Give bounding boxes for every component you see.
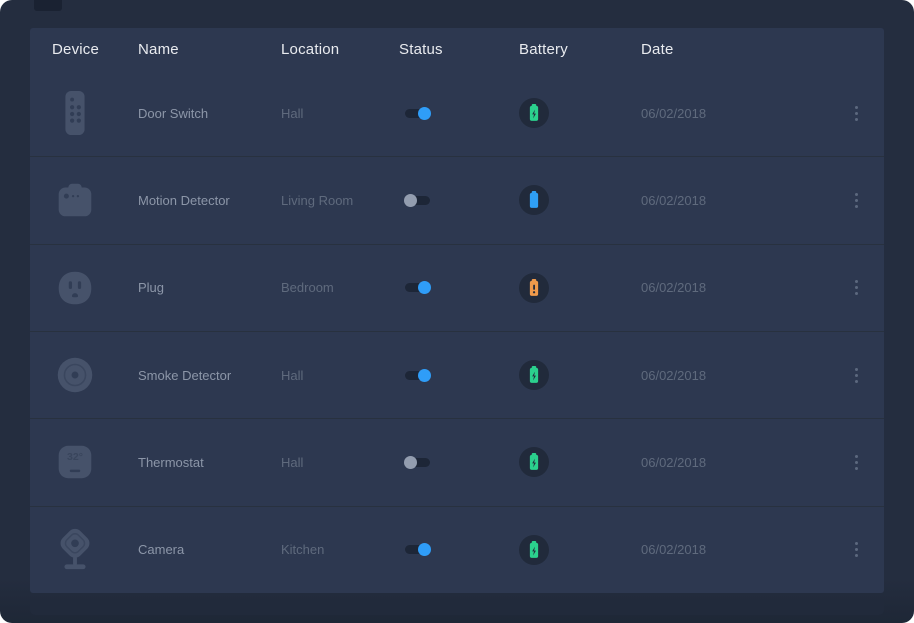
device-date: 06/02/2018 (641, 542, 826, 557)
device-icon-cell (52, 87, 138, 139)
battery-cell (519, 535, 641, 565)
status-toggle[interactable] (405, 283, 430, 292)
motion-detector-icon (52, 177, 98, 223)
battery-cell (519, 273, 641, 303)
table-row: Smoke Detector Hall 06/02/2018 (30, 331, 884, 418)
battery-icon (525, 364, 543, 386)
device-location: Kitchen (281, 542, 399, 557)
battery-badge (519, 360, 549, 390)
status-cell (399, 283, 519, 292)
battery-badge (519, 185, 549, 215)
table-row: Motion Detector Living Room 06/02/2018 (30, 156, 884, 243)
device-date: 06/02/2018 (641, 193, 826, 208)
battery-cell (519, 98, 641, 128)
device-table-card: Device Name Location Status Battery Date (30, 28, 884, 593)
column-header-status: Status (399, 41, 519, 58)
table-row: Camera Kitchen 06/02/2018 (30, 506, 884, 593)
battery-badge (519, 98, 549, 128)
camera-icon (52, 524, 98, 576)
window-notch (34, 0, 62, 11)
row-menu-button[interactable] (851, 102, 862, 125)
toggle-knob (418, 107, 431, 120)
device-name: Thermostat (138, 455, 281, 470)
status-cell (399, 371, 519, 380)
device-name: Smoke Detector (138, 368, 281, 383)
battery-icon (525, 451, 543, 473)
door-switch-icon (52, 87, 98, 139)
device-name: Motion Detector (138, 193, 281, 208)
device-location: Hall (281, 106, 399, 121)
row-menu-button[interactable] (851, 189, 862, 212)
app-window: Device Name Location Status Battery Date (0, 0, 914, 623)
row-menu-button[interactable] (851, 538, 862, 561)
column-header-battery: Battery (519, 41, 641, 58)
svg-text:32°: 32° (67, 452, 83, 464)
table-header-row: Device Name Location Status Battery Date (30, 28, 884, 70)
battery-icon (525, 102, 543, 124)
status-cell (399, 458, 519, 467)
battery-icon (525, 189, 543, 211)
battery-icon (525, 277, 543, 299)
card-stack-shadow (30, 599, 884, 615)
toggle-knob (404, 194, 417, 207)
column-header-date: Date (641, 41, 826, 58)
device-icon-cell (52, 265, 138, 311)
device-icon-cell (52, 177, 138, 223)
device-location: Hall (281, 368, 399, 383)
battery-icon (525, 539, 543, 561)
thermostat-icon: 32° (52, 439, 98, 485)
status-cell (399, 196, 519, 205)
device-location: Living Room (281, 193, 399, 208)
device-name: Door Switch (138, 106, 281, 121)
device-date: 06/02/2018 (641, 455, 826, 470)
status-toggle[interactable] (405, 196, 430, 205)
toggle-knob (418, 369, 431, 382)
status-toggle[interactable] (405, 109, 430, 118)
status-cell (399, 545, 519, 554)
device-icon-cell (52, 524, 138, 576)
table-body: Door Switch Hall 06/02/2018 (30, 70, 884, 593)
battery-cell (519, 447, 641, 477)
battery-cell (519, 360, 641, 390)
device-date: 06/02/2018 (641, 106, 826, 121)
table-row: Door Switch Hall 06/02/2018 (30, 70, 884, 156)
status-toggle[interactable] (405, 545, 430, 554)
column-header-device: Device (52, 41, 138, 58)
row-menu-button[interactable] (851, 451, 862, 474)
row-menu-button[interactable] (851, 276, 862, 299)
toggle-knob (418, 543, 431, 556)
device-name: Camera (138, 542, 281, 557)
status-toggle[interactable] (405, 458, 430, 467)
device-date: 06/02/2018 (641, 280, 826, 295)
battery-badge (519, 535, 549, 565)
device-date: 06/02/2018 (641, 368, 826, 383)
status-cell (399, 109, 519, 118)
smoke-detector-icon (52, 352, 98, 398)
battery-cell (519, 185, 641, 215)
battery-badge (519, 447, 549, 477)
table-row: Plug Bedroom 06/02/2018 (30, 244, 884, 331)
column-header-name: Name (138, 41, 281, 58)
row-menu-button[interactable] (851, 364, 862, 387)
column-header-location: Location (281, 41, 399, 58)
plug-icon (52, 265, 98, 311)
table-row: 32° Thermostat Hall 06/02/2018 (30, 418, 884, 505)
status-toggle[interactable] (405, 371, 430, 380)
device-icon-cell: 32° (52, 439, 138, 485)
toggle-knob (404, 456, 417, 469)
device-location: Bedroom (281, 280, 399, 295)
device-location: Hall (281, 455, 399, 470)
battery-badge (519, 273, 549, 303)
device-name: Plug (138, 280, 281, 295)
device-icon-cell (52, 352, 138, 398)
toggle-knob (418, 281, 431, 294)
